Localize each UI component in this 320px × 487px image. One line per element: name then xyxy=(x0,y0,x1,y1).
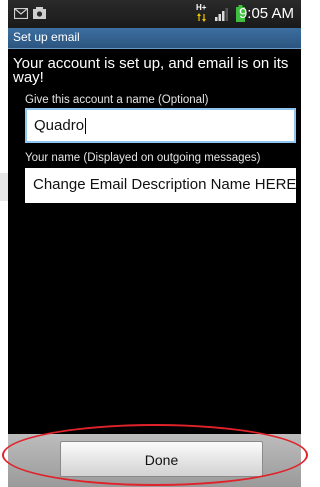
your-name-label: Your name (Displayed on outgoing message… xyxy=(25,152,261,164)
screen-title: Set up email xyxy=(13,30,80,44)
phone-screen: H+ 9:05 AM Set up email Your account is … xyxy=(8,0,301,487)
done-button[interactable]: Done xyxy=(60,441,263,477)
signal-icon xyxy=(215,8,228,21)
status-bar: H+ 9:05 AM xyxy=(8,0,301,28)
data-arrows-icon xyxy=(197,13,206,22)
image-icon xyxy=(33,7,46,19)
status-time: 9:05 AM xyxy=(238,5,294,22)
your-name-field[interactable]: Change Email Description Name HERE xyxy=(25,168,296,203)
text-cursor xyxy=(85,118,87,135)
account-name-label: Give this account a name (Optional) xyxy=(25,94,209,106)
account-name-value: Quadro xyxy=(34,117,85,134)
background-edge xyxy=(0,173,8,201)
your-name-value: Change Email Description Name HERE xyxy=(33,176,296,193)
title-bar: Set up email xyxy=(8,28,301,49)
network-data-icon: H+ xyxy=(196,3,208,23)
account-name-field[interactable]: Quadro xyxy=(25,108,296,143)
network-type-label: H+ xyxy=(196,3,207,12)
setup-complete-message: Your account is set up, and email is on … xyxy=(13,55,289,86)
email-icon xyxy=(14,8,28,19)
